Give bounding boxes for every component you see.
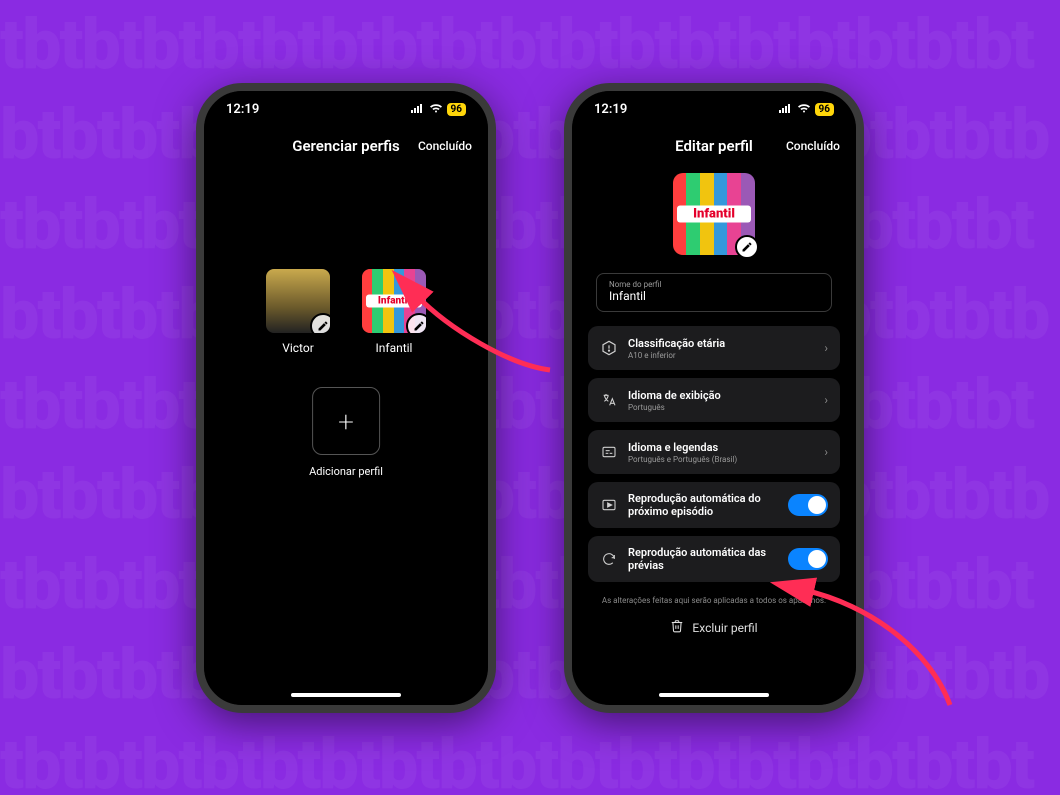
row-subtitle: Português e Português (Brasil) — [628, 455, 814, 464]
status-bar: 12:19 96 — [204, 99, 488, 119]
row-title: Idioma de exibição — [628, 389, 814, 402]
input-value: Infantil — [609, 289, 819, 303]
done-button[interactable]: Concluído — [418, 139, 472, 153]
wifi-icon — [797, 102, 811, 117]
input-label: Nome do perfil — [609, 280, 819, 289]
status-bar: 12:19 96 — [572, 99, 856, 119]
avatar — [266, 269, 330, 333]
footnote: As alterações feitas aqui serão aplicada… — [582, 596, 846, 605]
status-time: 12:19 — [226, 102, 259, 117]
row-autoplay-previews: Reprodução automática das prévias — [588, 536, 840, 582]
avatar-tag: Infantil — [366, 295, 422, 308]
app-header: Gerenciar perfis Concluído — [204, 137, 488, 155]
row-title: Reprodução automática das prévias — [628, 546, 778, 572]
pencil-icon[interactable] — [406, 313, 426, 333]
toggle-autoplay-previews[interactable] — [788, 548, 828, 570]
language-icon — [600, 392, 618, 408]
profile-infantil[interactable]: Infantil Infantil — [362, 269, 426, 355]
phone-left: 12:19 96 Gerenciar perfis Concluído — [196, 83, 496, 713]
add-profile-label: Adicionar perfil — [309, 465, 383, 478]
trash-icon — [670, 619, 684, 636]
home-indicator[interactable] — [659, 693, 769, 697]
row-age-rating[interactable]: Classificação etária A10 e inferior › — [588, 326, 840, 370]
chevron-right-icon: › — [824, 341, 828, 355]
add-profile-button[interactable]: + Adicionar perfil — [309, 387, 383, 478]
profile-victor[interactable]: Victor — [266, 269, 330, 355]
refresh-icon — [600, 551, 618, 567]
plus-icon: + — [338, 405, 354, 438]
page-title: Editar perfil — [675, 137, 753, 155]
status-time: 12:19 — [594, 102, 627, 117]
delete-label: Excluir perfil — [692, 621, 757, 635]
home-indicator[interactable] — [291, 693, 401, 697]
done-button[interactable]: Concluído — [786, 139, 840, 153]
row-display-language[interactable]: Idioma de exibição Português › — [588, 378, 840, 422]
app-header: Editar perfil Concluído — [572, 137, 856, 155]
signal-icon — [411, 102, 425, 117]
profile-name: Infantil — [376, 341, 413, 355]
pencil-icon[interactable] — [310, 313, 330, 333]
toggle-autoplay-next[interactable] — [788, 494, 828, 516]
row-subtitle: Português — [628, 403, 814, 412]
row-title: Reprodução automática do próximo episódi… — [628, 492, 778, 518]
phone-right: 12:19 96 Editar perfil Concluído — [564, 83, 864, 713]
page-title: Gerenciar perfis — [292, 137, 399, 155]
signal-icon — [779, 102, 793, 117]
row-title: Classificação etária — [628, 337, 814, 350]
shield-icon — [600, 340, 618, 356]
avatar: Infantil — [362, 269, 426, 333]
play-next-icon — [600, 497, 618, 513]
battery-indicator: 96 — [815, 103, 834, 116]
avatar-tag: Infantil — [677, 206, 751, 223]
profile-avatar[interactable]: Infantil — [673, 173, 755, 255]
row-autoplay-next: Reprodução automática do próximo episódi… — [588, 482, 840, 528]
row-subtitle: A10 e inferior — [628, 351, 814, 360]
profile-name: Victor — [282, 341, 314, 355]
row-subtitles[interactable]: Idioma e legendas Português e Português … — [588, 430, 840, 474]
chevron-right-icon: › — [824, 393, 828, 407]
pencil-icon[interactable] — [735, 235, 759, 259]
delete-profile-button[interactable]: Excluir perfil — [582, 619, 846, 636]
battery-indicator: 96 — [447, 103, 466, 116]
chevron-right-icon: › — [824, 445, 828, 459]
profile-name-input[interactable]: Nome do perfil Infantil — [596, 273, 832, 312]
row-title: Idioma e legendas — [628, 441, 814, 454]
wifi-icon — [429, 102, 443, 117]
subtitles-icon — [600, 444, 618, 460]
